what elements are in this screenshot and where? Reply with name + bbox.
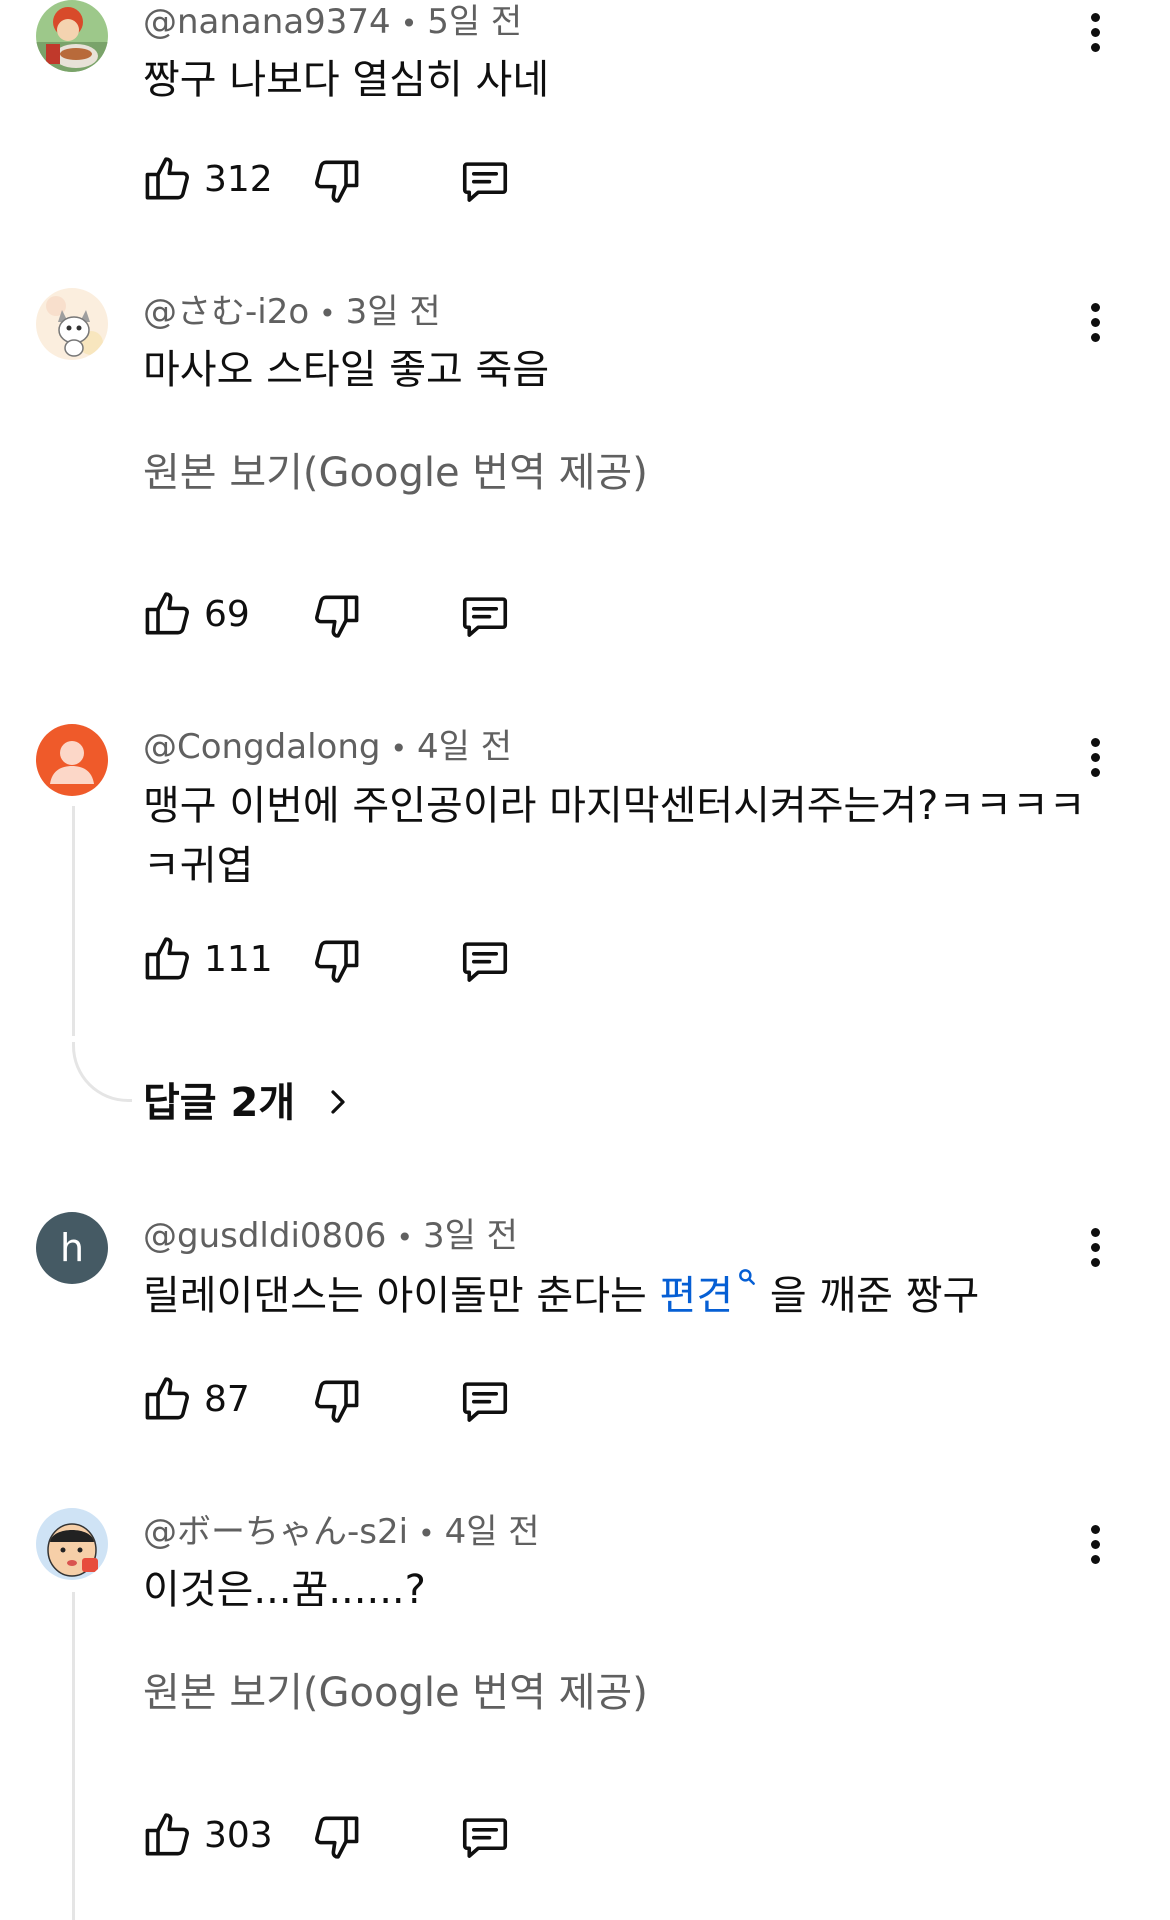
avatar[interactable]: h xyxy=(36,1212,108,1284)
more-options-icon[interactable] xyxy=(1080,1225,1110,1275)
thumbs-down-icon[interactable] xyxy=(310,589,364,643)
chevron-right-icon xyxy=(331,1090,345,1114)
comment-time: 3일 전 xyxy=(422,1216,518,1256)
thumbs-up-icon[interactable] xyxy=(140,152,194,206)
reply-icon[interactable] xyxy=(458,1810,512,1864)
thumbs-down-icon[interactable] xyxy=(310,1810,364,1864)
comment-text-before: 릴레이댄스는 아이돌만 춘다는 xyxy=(143,1273,660,1319)
reply-icon[interactable] xyxy=(458,1374,512,1428)
avatar-letter: h xyxy=(59,1226,85,1270)
comment-text-line-1: 맹구 이번에 주인공이라 마지막센터시켜주는겨?ㅋㅋㅋㅋ xyxy=(143,783,1086,829)
thumbs-down-icon[interactable] xyxy=(310,934,364,988)
reply-icon[interactable] xyxy=(458,934,512,988)
cartoon-face-avatar-icon xyxy=(36,1508,108,1580)
thread-line xyxy=(72,1592,75,1920)
comment-text: 마사오 스타일 좋고 죽음 xyxy=(143,347,550,393)
avatar[interactable] xyxy=(36,724,108,796)
thread-line xyxy=(72,806,75,1036)
more-options-icon[interactable] xyxy=(1080,300,1110,350)
like-count: 303 xyxy=(204,1815,273,1856)
comment-time: 4일 전 xyxy=(416,727,512,767)
comment-header: @nanana9374 • 5일 전 xyxy=(143,2,522,44)
comment-text: 릴레이댄스는 아이돌만 춘다는 편견 을 깨준 짱구 xyxy=(143,1266,979,1326)
search-icon[interactable] xyxy=(737,1267,757,1287)
like-count: 87 xyxy=(204,1379,250,1420)
comment-text: 짱구 나보다 열심히 사네 xyxy=(143,57,550,103)
comment-header: @ボーちゃん-s2i • 4일 전 xyxy=(143,1512,540,1554)
comment-author[interactable]: @gusdldi0806 xyxy=(143,1216,386,1256)
comment-header: @gusdldi0806 • 3일 전 xyxy=(143,1216,518,1258)
like-count: 312 xyxy=(204,159,273,200)
view-replies-button[interactable]: 답글 2개 xyxy=(143,1078,353,1128)
search-keyword-link[interactable]: 편견 xyxy=(660,1273,734,1319)
like-count: 111 xyxy=(204,939,273,980)
thread-curve xyxy=(72,1042,132,1102)
comment-time: 5일 전 xyxy=(427,2,523,42)
comment-author[interactable]: @nanana9374 xyxy=(143,2,391,42)
comment-time: 4일 전 xyxy=(444,1512,540,1552)
comment-text-after: 을 깨준 짱구 xyxy=(757,1273,980,1319)
comment-author[interactable]: @Congdalong xyxy=(143,727,380,767)
comment-author[interactable]: @さむ-i2o xyxy=(143,292,309,332)
comment-author[interactable]: @ボーちゃん-s2i xyxy=(143,1512,408,1552)
separator-dot: • xyxy=(418,1517,435,1550)
reply-icon[interactable] xyxy=(458,154,512,208)
separator-dot: • xyxy=(400,7,418,40)
more-options-icon[interactable] xyxy=(1080,735,1110,785)
thumbs-up-icon[interactable] xyxy=(140,932,194,986)
comment-text: 이것은...꿈......? xyxy=(143,1567,426,1613)
see-original-link[interactable]: 원본 보기(Google 번역 제공) xyxy=(143,1668,648,1718)
cat-avatar-icon xyxy=(36,288,108,360)
avatar[interactable] xyxy=(36,0,108,72)
thumbs-down-icon[interactable] xyxy=(310,1374,364,1428)
separator-dot: • xyxy=(396,1221,413,1254)
thumbs-up-icon[interactable] xyxy=(140,1808,194,1862)
avatar[interactable] xyxy=(36,288,108,360)
comment-header: @さむ-i2o • 3일 전 xyxy=(143,292,441,334)
like-count: 69 xyxy=(204,594,250,635)
comment-text-line-2: ㅋ귀엽 xyxy=(143,843,254,889)
comment-time: 3일 전 xyxy=(345,292,441,332)
thumbs-down-icon[interactable] xyxy=(310,154,364,208)
thumbs-up-icon[interactable] xyxy=(140,587,194,641)
avatar[interactable] xyxy=(36,1508,108,1580)
reply-icon[interactable] xyxy=(458,589,512,643)
comment-header: @Congdalong • 4일 전 xyxy=(143,727,512,769)
comment-item: @nanana9374 • 5일 전 짱구 나보다 열심히 사네 312 xyxy=(0,0,1170,270)
see-original-link[interactable]: 원본 보기(Google 번역 제공) xyxy=(143,448,648,498)
separator-dot: • xyxy=(390,732,407,765)
anime-character-avatar-icon xyxy=(36,0,108,72)
thumbs-up-icon[interactable] xyxy=(140,1372,194,1426)
default-person-avatar-icon xyxy=(50,741,94,784)
separator-dot: • xyxy=(319,297,336,330)
replies-count-label: 답글 2개 xyxy=(143,1080,296,1126)
more-options-icon[interactable] xyxy=(1080,10,1110,60)
more-options-icon[interactable] xyxy=(1080,1522,1110,1572)
